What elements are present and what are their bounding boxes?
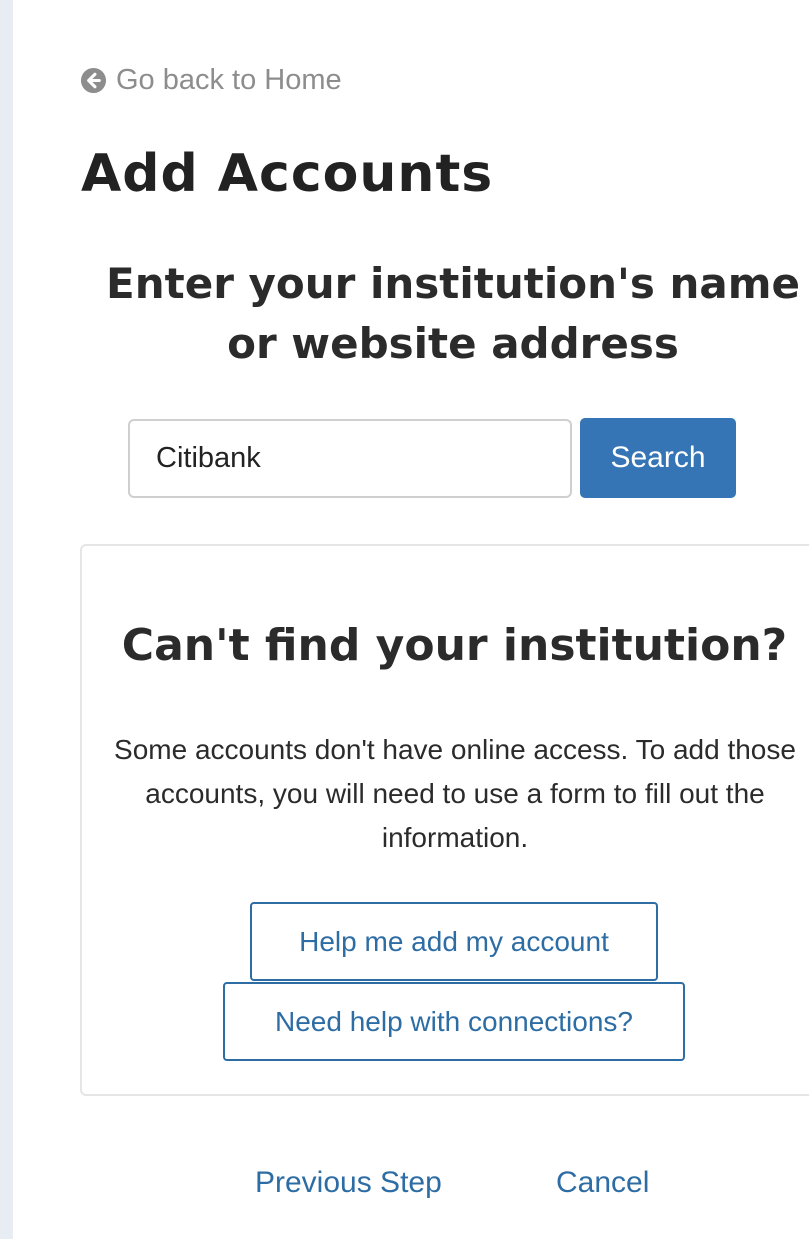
main-content: Go back to Home Add Accounts Enter your … xyxy=(13,0,809,1239)
institution-search-input[interactable] xyxy=(128,419,572,498)
help-panel-text: Some accounts don't have online access. … xyxy=(114,734,796,853)
help-panel-title: Can't find your institution? xyxy=(121,620,788,671)
help-connections-button[interactable]: Need help with connections? xyxy=(223,982,685,1061)
back-link-label: Go back to Home xyxy=(116,64,342,96)
left-rail xyxy=(0,0,13,1239)
help-add-account-button[interactable]: Help me add my account xyxy=(250,902,658,981)
previous-step-link[interactable]: Previous Step xyxy=(255,1166,442,1200)
arrow-circle-left-icon xyxy=(80,67,107,94)
cancel-link[interactable]: Cancel xyxy=(556,1166,649,1200)
page-title: Add Accounts xyxy=(81,144,494,204)
search-button[interactable]: Search xyxy=(580,418,736,498)
help-panel: Can't find your institution? Some accoun… xyxy=(80,544,809,1096)
back-to-home-link[interactable]: Go back to Home xyxy=(80,64,342,97)
search-prompt: Enter your institution's name or website… xyxy=(106,259,800,368)
